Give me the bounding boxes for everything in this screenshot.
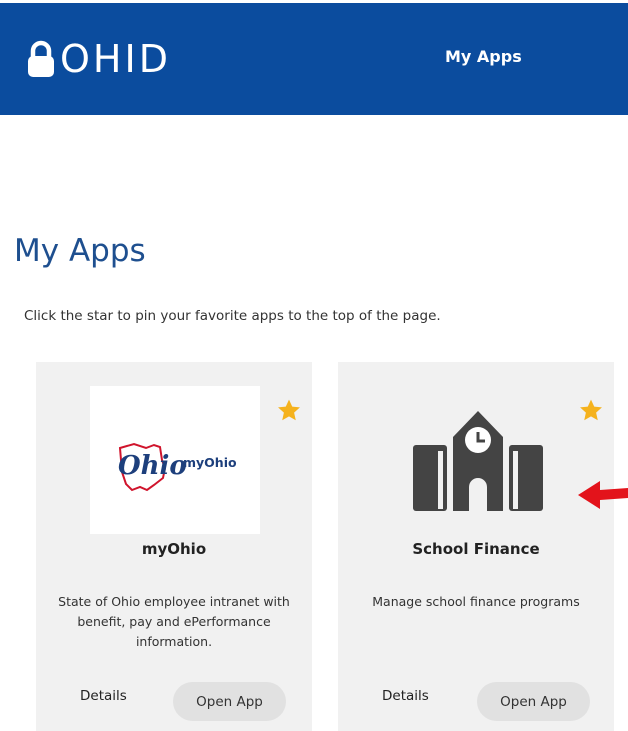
details-link[interactable]: Details (80, 688, 127, 704)
app-card-school-finance: School Finance Manage school finance pro… (338, 362, 614, 731)
app-title: School Finance (412, 540, 540, 558)
ohid-logo[interactable]: OHID (26, 39, 171, 79)
myohio-logo-text: myOhio (183, 455, 237, 470)
app-description: State of Ohio employee intranet with ben… (58, 594, 290, 649)
open-app-button[interactable]: Open App (477, 682, 590, 721)
ohio-script-text: Ohio (118, 451, 187, 481)
app-description: Manage school finance programs (372, 594, 580, 609)
nav-my-apps-link[interactable]: My Apps (445, 47, 522, 66)
red-arrow-annotation (578, 481, 628, 509)
ohio-map-icon: Ohio myOhio (118, 442, 237, 492)
site-header: OHID My Apps (0, 3, 628, 115)
myohio-logo: Ohio myOhio (90, 386, 260, 534)
details-link[interactable]: Details (382, 688, 429, 704)
lock-icon (28, 40, 54, 77)
app-title: myOhio (141, 540, 207, 558)
brand-text: OHID (60, 37, 171, 81)
app-card-myohio: Ohio myOhio myOhio State of Ohio employe… (36, 362, 312, 731)
page-title: My Apps (14, 233, 146, 269)
star-icon[interactable] (578, 398, 604, 423)
open-app-button[interactable]: Open App (173, 682, 286, 721)
intro-text: Click the star to pin your favorite apps… (24, 308, 441, 324)
school-clock-icon (413, 411, 543, 511)
star-icon[interactable] (276, 398, 302, 423)
